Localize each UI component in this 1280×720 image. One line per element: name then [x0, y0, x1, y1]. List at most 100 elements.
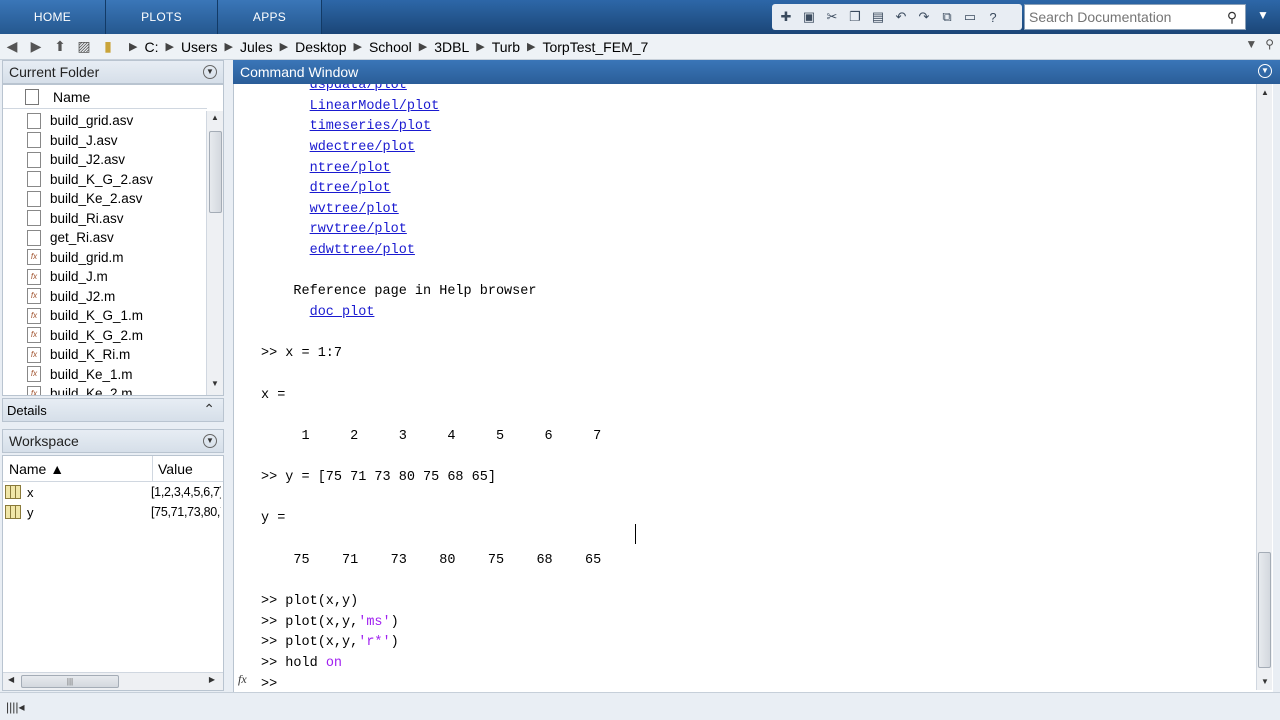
- command-output[interactable]: dspdata/plot LinearModel/plot timeseries…: [261, 84, 1251, 692]
- cut-icon[interactable]: ✂: [822, 7, 842, 27]
- panel-menu-icon[interactable]: ▼: [203, 434, 217, 448]
- crumb-school[interactable]: School: [365, 39, 416, 55]
- command-window[interactable]: dspdata/plot LinearModel/plot timeseries…: [233, 84, 1273, 692]
- redo-icon[interactable]: ↷: [914, 7, 934, 27]
- tab-home[interactable]: HOME: [0, 0, 106, 34]
- file-item[interactable]: fx build_K_G_2.m: [3, 326, 207, 346]
- help-link[interactable]: wdectree/plot: [310, 140, 415, 155]
- scroll-right-icon[interactable]: ▶: [209, 675, 215, 684]
- tab-apps[interactable]: APPS: [218, 0, 322, 34]
- chevron-right-icon[interactable]: ▶: [524, 40, 538, 53]
- paste-icon[interactable]: ▤: [868, 7, 888, 27]
- file-item[interactable]: fx build_K_Ri.m: [3, 345, 207, 365]
- chevron-right-icon[interactable]: ▶: [416, 40, 430, 53]
- workspace-column-header: Name ▲ Value: [3, 455, 223, 482]
- new-script-icon[interactable]: ✚: [776, 7, 796, 27]
- browse-folder-icon[interactable]: ▨: [72, 36, 96, 58]
- chevron-right-icon[interactable]: ▶: [350, 40, 364, 53]
- scroll-down-icon[interactable]: ▼: [207, 379, 223, 393]
- chevron-right-icon[interactable]: ▶: [222, 40, 236, 53]
- string-literal: 'ms': [358, 614, 391, 630]
- forward-icon[interactable]: ▶: [24, 36, 48, 58]
- workspace-row[interactable]: x [1,2,3,4,5,6,7]: [3, 482, 223, 502]
- command-window-scrollbar[interactable]: ▲ ▼: [1256, 84, 1272, 690]
- file-item[interactable]: fx build_Ke_1.m: [3, 365, 207, 385]
- scroll-thumb[interactable]: |||: [21, 675, 119, 688]
- switch-windows-icon[interactable]: ⧉: [937, 7, 957, 27]
- name-column-header[interactable]: Name ▲: [3, 455, 153, 482]
- chevron-right-icon[interactable]: ▶: [473, 40, 487, 53]
- help-link[interactable]: edwttree/plot: [310, 243, 415, 258]
- file-item[interactable]: build_Ri.asv: [3, 209, 207, 229]
- workspace-hscrollbar[interactable]: ◀ ||| ▶: [3, 672, 223, 690]
- help-link[interactable]: ntree/plot: [310, 161, 391, 176]
- file-name: build_J2.asv: [50, 152, 126, 168]
- column-header[interactable]: Name: [3, 85, 207, 109]
- crumb-3dbl[interactable]: 3DBL: [430, 39, 473, 55]
- file-item[interactable]: build_Ke_2.asv: [3, 189, 207, 209]
- undo-icon[interactable]: ↶: [891, 7, 911, 27]
- help-link[interactable]: LinearModel/plot: [310, 99, 440, 114]
- scroll-left-icon[interactable]: ◀: [8, 675, 14, 684]
- scroll-up-icon[interactable]: ▲: [1257, 88, 1273, 97]
- scroll-thumb[interactable]: [1258, 552, 1271, 668]
- crumb-turb[interactable]: Turb: [488, 39, 524, 55]
- file-item[interactable]: build_J2.asv: [3, 150, 207, 170]
- search-input[interactable]: [1025, 6, 1221, 28]
- panel-menu-icon[interactable]: ▼: [1258, 64, 1272, 78]
- help-link[interactable]: dspdata/plot: [310, 84, 407, 93]
- crumb-torptest[interactable]: TorpTest_FEM_7: [538, 39, 652, 55]
- crumb-drive[interactable]: C:: [140, 39, 162, 55]
- expand-toolstrip-icon[interactable]: ▼: [1254, 8, 1272, 26]
- file-item[interactable]: build_K_G_2.asv: [3, 170, 207, 190]
- help-link[interactable]: doc plot: [310, 305, 375, 320]
- text-cursor: [635, 524, 641, 544]
- file-item[interactable]: fx build_Ke_2.m: [3, 384, 207, 395]
- asv-file-icon: [27, 112, 41, 129]
- crumb-users[interactable]: Users: [177, 39, 222, 55]
- tab-plots[interactable]: PLOTS: [106, 0, 218, 34]
- help-icon[interactable]: ?: [983, 7, 1003, 27]
- file-item[interactable]: fx build_J.m: [3, 267, 207, 287]
- layout-icon[interactable]: ▭: [960, 7, 980, 27]
- search-icon[interactable]: ⚲: [1221, 9, 1243, 26]
- panel-menu-icon[interactable]: ▼: [203, 65, 217, 79]
- help-link[interactable]: rwvtree/plot: [310, 222, 407, 237]
- help-link[interactable]: dtree/plot: [310, 181, 391, 196]
- workspace-row[interactable]: y [75,71,73,80,75,68,65]: [3, 502, 223, 522]
- scroll-thumb[interactable]: [209, 131, 222, 213]
- chevron-right-icon[interactable]: ▶: [162, 40, 176, 53]
- file-item[interactable]: build_grid.asv: [3, 111, 207, 131]
- back-icon[interactable]: ◀: [0, 36, 24, 58]
- command-line: [261, 448, 1251, 469]
- crumb-desktop[interactable]: Desktop: [291, 39, 350, 55]
- scroll-down-icon[interactable]: ▼: [1257, 677, 1273, 686]
- details-panel-header[interactable]: Details ⌃: [2, 398, 224, 422]
- file-item[interactable]: get_Ri.asv: [3, 228, 207, 248]
- help-link[interactable]: timeseries/plot: [310, 119, 432, 134]
- file-name: get_Ri.asv: [50, 230, 114, 246]
- file-item[interactable]: fx build_J2.m: [3, 287, 207, 307]
- file-name: build_K_G_2.m: [50, 327, 144, 343]
- help-link[interactable]: wvtree/plot: [310, 202, 399, 217]
- file-item[interactable]: fx build_grid.m: [3, 248, 207, 268]
- name-column-label[interactable]: Name: [53, 89, 90, 105]
- value-column-header[interactable]: Value: [153, 461, 193, 477]
- function-browser-icon[interactable]: fx: [238, 672, 247, 687]
- up-folder-icon[interactable]: ⬆: [48, 36, 72, 58]
- crumb-jules[interactable]: Jules: [236, 39, 277, 55]
- search-documentation[interactable]: ⚲: [1024, 4, 1246, 30]
- chevron-up-icon[interactable]: ⌃: [203, 401, 215, 418]
- file-item[interactable]: build_J.asv: [3, 131, 207, 151]
- command-window-header: Command Window ▼: [233, 60, 1280, 84]
- path-dropdown-icon[interactable]: ▼: [1245, 37, 1257, 51]
- copy-icon[interactable]: ❐: [845, 7, 865, 27]
- search-folder-icon[interactable]: ⚲: [1265, 37, 1274, 51]
- file-item[interactable]: fx build_K_G_1.m: [3, 306, 207, 326]
- chevron-right-icon[interactable]: ▶: [126, 40, 140, 53]
- save-icon[interactable]: ▣: [799, 7, 819, 27]
- scroll-up-icon[interactable]: ▲: [207, 113, 223, 127]
- chevron-right-icon[interactable]: ▶: [277, 40, 291, 53]
- folder-scrollbar[interactable]: ▲ ▼: [206, 111, 223, 395]
